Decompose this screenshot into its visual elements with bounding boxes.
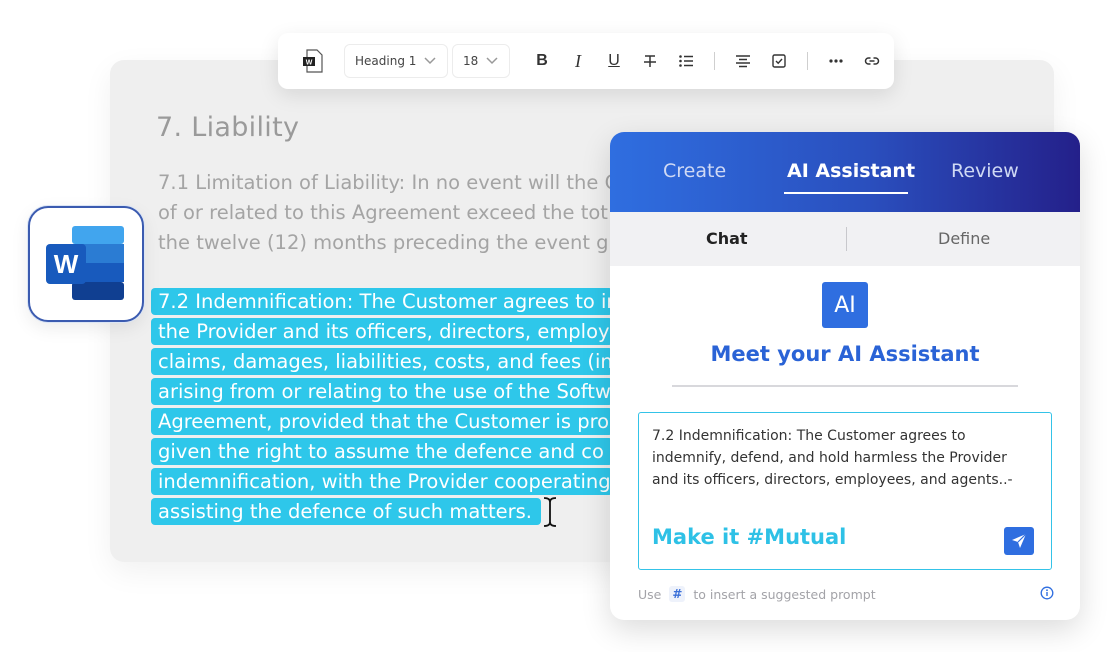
selected-line[interactable]: claims, damages, liabilities, costs, and… (151, 348, 613, 375)
prompt-line: and its officers, directors, employees, … (652, 472, 1013, 488)
send-button[interactable] (1004, 527, 1034, 555)
hint-suffix: to insert a suggested prompt (693, 586, 876, 602)
selected-line[interactable]: Agreement, provided that the Customer is… (151, 408, 613, 435)
title-divider (672, 385, 1018, 387)
chevron-down-icon (424, 57, 436, 65)
checkbox-icon[interactable] (769, 51, 789, 71)
selected-line[interactable]: arising from or relating to the use of t… (151, 378, 613, 405)
paragraph-line: of or related to this Agreement exceed t… (158, 201, 608, 224)
font-size-select[interactable]: 18 (452, 44, 510, 78)
bold-icon[interactable]: B (532, 51, 552, 71)
tab-review[interactable]: Review (951, 160, 1019, 182)
ai-assistant-panel: Create AI Assistant Review Chat Define A… (610, 132, 1080, 620)
selected-line[interactable]: 7.2 Indemnification: The Customer agrees… (151, 288, 613, 315)
subtab-divider (846, 227, 847, 251)
bullet-list-icon[interactable] (676, 51, 696, 71)
word-logo-letter: W (54, 249, 79, 279)
document-heading: 7. Liability (156, 112, 300, 143)
selected-line[interactable]: indemnification, with the Provider coope… (151, 468, 613, 495)
ai-logo: AI (822, 282, 868, 328)
selected-line[interactable]: given the right to assume the defence an… (151, 438, 613, 465)
subtab-bar: Chat Define (610, 212, 1080, 266)
italic-icon[interactable]: I (568, 51, 588, 71)
align-center-icon[interactable] (733, 51, 753, 71)
underline-icon[interactable]: U (604, 51, 624, 71)
more-icon[interactable] (826, 51, 846, 71)
word-document-icon[interactable]: W (302, 49, 324, 73)
send-icon (1012, 533, 1027, 548)
toolbar-divider (807, 52, 808, 70)
svg-text:W: W (306, 60, 313, 67)
subtab-chat[interactable]: Chat (706, 229, 748, 248)
paragraph-limitation: 7.1 Limitation of Liability: In no event… (158, 168, 618, 258)
prompt-hint: Use # to insert a suggested prompt (638, 586, 876, 602)
selected-line[interactable]: assisting the defence of such matters. (151, 498, 541, 525)
paragraph-line: the twelve (12) months preceding the eve… (158, 231, 609, 254)
info-icon[interactable] (1040, 586, 1054, 600)
toolbar-divider (714, 52, 715, 70)
word-app-badge: W (28, 206, 144, 322)
panel-header: Create AI Assistant Review (610, 132, 1080, 212)
text-style-select[interactable]: Heading 1 (344, 44, 448, 78)
hint-prefix: Use (638, 586, 662, 602)
prompt-line: 7.2 Indemnification: The Customer agrees… (652, 428, 966, 444)
panel-title: Meet your AI Assistant (710, 342, 980, 366)
prompt-command: Make it #Mutual (652, 525, 847, 549)
prompt-input[interactable]: 7.2 Indemnification: The Customer agrees… (638, 412, 1052, 570)
strikethrough-icon[interactable] (640, 51, 660, 71)
word-logo-icon: W (46, 226, 124, 300)
link-icon[interactable] (862, 51, 882, 71)
paragraph-line: 7.1 Limitation of Liability: In no event… (158, 171, 618, 194)
tab-ai-assistant[interactable]: AI Assistant (787, 160, 915, 182)
prompt-line: indemnify, defend, and hold harmless the… (652, 450, 1007, 466)
formatting-toolbar: W Heading 1 18 B I U (278, 33, 894, 89)
tab-create[interactable]: Create (663, 160, 726, 182)
font-size-value: 18 (463, 54, 479, 68)
chevron-down-icon (486, 57, 498, 65)
prompt-text[interactable]: 7.2 Indemnification: The Customer agrees… (652, 425, 1042, 491)
selected-line[interactable]: the Provider and its officers, directors… (151, 318, 613, 345)
subtab-define[interactable]: Define (938, 229, 990, 248)
text-style-value: Heading 1 (355, 54, 417, 68)
text-cursor-icon (543, 497, 557, 527)
active-tab-indicator (784, 192, 908, 194)
hash-icon[interactable]: # (669, 586, 686, 602)
